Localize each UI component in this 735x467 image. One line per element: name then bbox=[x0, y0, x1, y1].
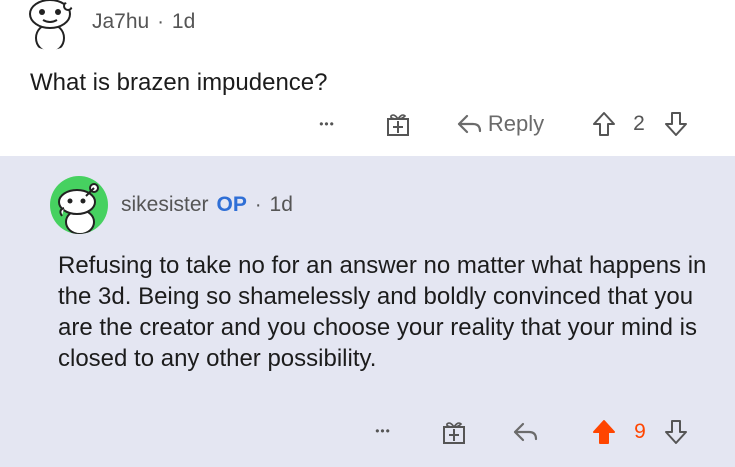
reply-comment: sikesister OP · 1d Refusing to take no f… bbox=[0, 156, 735, 467]
vote-score: 2 bbox=[624, 111, 654, 137]
score-value: 2 bbox=[633, 112, 645, 135]
comment-body: Refusing to take no for an answer no mat… bbox=[58, 252, 707, 372]
award-button[interactable] bbox=[384, 110, 412, 138]
comment-meta: Ja7hu · 1d bbox=[92, 10, 195, 34]
upvote-arrow-icon bbox=[593, 420, 615, 444]
award-gift-icon bbox=[443, 422, 465, 444]
downvote-button[interactable] bbox=[662, 418, 690, 446]
reply-label: Reply bbox=[487, 111, 545, 136]
more-options-icon: ••• bbox=[375, 424, 391, 438]
upvote-arrow-icon bbox=[593, 112, 615, 136]
reply-button[interactable]: Reply bbox=[450, 109, 550, 139]
top-comment: Ja7hu · 1d What is brazen impudence? •••… bbox=[0, 0, 735, 156]
username[interactable]: sikesister bbox=[121, 193, 209, 217]
score-value: 9 bbox=[634, 420, 646, 443]
upvote-button[interactable] bbox=[590, 110, 618, 138]
username[interactable]: Ja7hu bbox=[92, 10, 149, 34]
reply-arrow-icon bbox=[513, 422, 538, 442]
reply-button[interactable] bbox=[510, 418, 540, 446]
comment-age: 1d bbox=[269, 193, 293, 216]
downvote-arrow-icon bbox=[665, 112, 687, 136]
more-options-icon: ••• bbox=[319, 117, 335, 131]
comment-meta: sikesister OP · 1d bbox=[121, 193, 293, 217]
snoo-avatar-icon bbox=[58, 183, 99, 234]
downvote-button[interactable] bbox=[662, 110, 690, 138]
downvote-arrow-icon bbox=[665, 420, 687, 444]
award-gift-icon bbox=[387, 114, 409, 136]
reply-arrow-icon bbox=[457, 114, 481, 134]
user-avatar[interactable] bbox=[50, 176, 108, 234]
meta-separator: · bbox=[157, 10, 164, 33]
meta-separator: · bbox=[254, 193, 262, 216]
more-options-button[interactable]: ••• bbox=[368, 418, 398, 444]
award-button[interactable] bbox=[440, 418, 468, 446]
comment-body: What is brazen impudence? bbox=[30, 69, 328, 96]
more-options-button[interactable]: ••• bbox=[312, 111, 342, 137]
comment-age: 1d bbox=[171, 10, 196, 33]
upvote-button-active[interactable] bbox=[590, 418, 618, 446]
snoo-avatar-icon bbox=[29, 0, 73, 50]
vote-score: 9 bbox=[626, 419, 654, 445]
op-badge: OP bbox=[216, 193, 247, 216]
user-avatar[interactable] bbox=[22, 0, 78, 50]
